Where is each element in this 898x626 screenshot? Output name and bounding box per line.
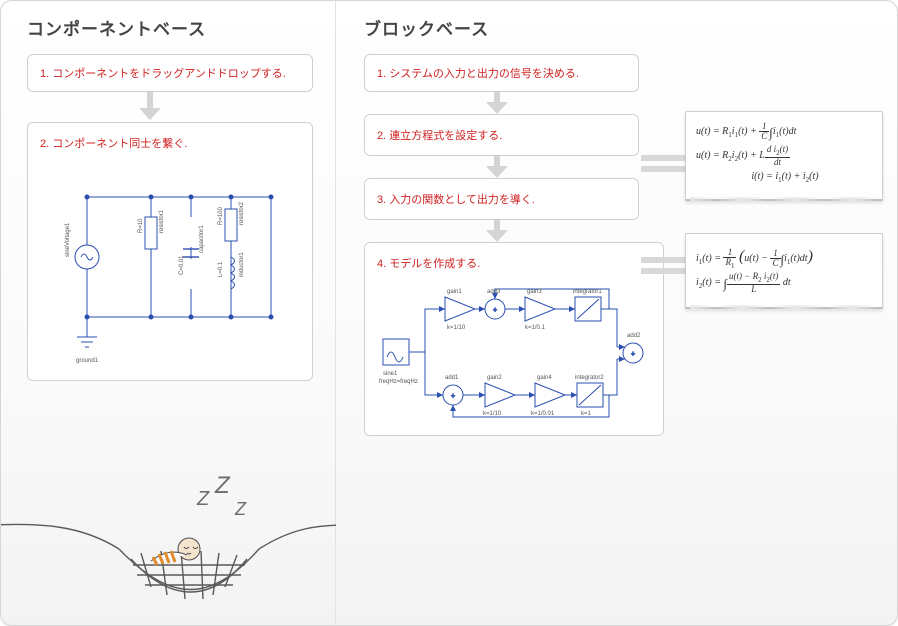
connector-bars: [641, 155, 687, 172]
left-step2-box: 2. コンポーネント同士を繋ぐ.: [27, 122, 313, 381]
left-step1-box: 1. コンポーネントをドラッグアンドドロップする.: [27, 54, 313, 92]
svg-text:k=1/0.1: k=1/0.1: [525, 325, 546, 331]
left-step2-text: 2. コンポーネント同士を繋ぐ.: [40, 135, 300, 151]
r1-val: R=10: [138, 218, 144, 233]
svg-text:gain4: gain4: [537, 375, 552, 381]
l-val: L=0.1: [218, 261, 224, 277]
arrow-down-icon: [486, 92, 508, 114]
svg-text:add1: add1: [445, 375, 459, 381]
right-step4-text: 4. モデルを作成する.: [377, 255, 651, 271]
svg-text:+: +: [451, 393, 455, 400]
svg-text:integrator2: integrator2: [575, 375, 604, 381]
r1-label: resistor1: [159, 209, 165, 233]
source-label: sineVoltage1: [65, 222, 71, 257]
svg-text:Z: Z: [196, 488, 210, 510]
r2-label: resistor2: [239, 201, 245, 225]
left-column-title: コンポーネントベース: [27, 15, 313, 40]
svg-text:freqHz=freqHz: freqHz=freqHz: [379, 379, 418, 385]
svg-text:gain2: gain2: [487, 375, 502, 381]
svg-text:k=1/0.01: k=1/0.01: [531, 411, 555, 417]
right-step1-box: 1. システムの入力と出力の信号を決める.: [364, 54, 639, 92]
svg-text:Z: Z: [234, 499, 247, 519]
svg-text:add3: add3: [487, 289, 501, 295]
svg-text:+: +: [493, 307, 497, 314]
ground-label: ground1: [76, 358, 99, 364]
right-step3-text: 3. 入力の関数として出力を導く.: [377, 194, 535, 206]
right-step4-box: 4. モデルを作成する. + + +: [364, 242, 664, 436]
svg-text:integrator1: integrator1: [573, 289, 602, 295]
arrow-down-icon: [486, 220, 508, 242]
arrow-down-icon: [486, 156, 508, 178]
connector-bars: [641, 257, 687, 274]
comparison-frame: コンポーネントベース 1. コンポーネントをドラッグアンドドロップする. 2. …: [0, 0, 898, 626]
arrow-down-icon: [139, 92, 161, 122]
columns: コンポーネントベース 1. コンポーネントをドラッグアンドドロップする. 2. …: [1, 1, 897, 625]
block-based-column: ブロックベース 1. システムの入力と出力の信号を決める. 2. 連立方程式を設…: [336, 1, 897, 625]
svg-text:Z: Z: [214, 472, 231, 499]
equations-note-2: i1(t) = 1R1 (u(t) − 1C∫i1(t)dt) i2(t) = …: [685, 233, 883, 309]
right-step2-text: 2. 連立方程式を設定する.: [377, 130, 502, 142]
circuit-diagram: sineVoltage1 ground1 resistor1 R=10 capa…: [40, 157, 300, 372]
right-step1-text: 1. システムの入力と出力の信号を決める.: [377, 68, 579, 80]
svg-text:+: +: [631, 351, 635, 358]
svg-text:k=1: k=1: [581, 411, 592, 417]
right-step3-box: 3. 入力の関数として出力を導く.: [364, 178, 639, 220]
svg-text:gain3: gain3: [527, 289, 542, 295]
svg-text:k=1/10: k=1/10: [483, 411, 502, 417]
block-diagram: + + +: [377, 277, 657, 427]
svg-text:k=1/10: k=1/10: [447, 325, 466, 331]
svg-text:gain1: gain1: [447, 289, 462, 295]
svg-text:add2: add2: [627, 333, 641, 339]
r2-val: R=100: [218, 206, 224, 225]
svg-text:sine1: sine1: [383, 371, 398, 377]
component-based-column: コンポーネントベース 1. コンポーネントをドラッグアンドドロップする. 2. …: [1, 1, 336, 625]
hammock-illustration: Z Z Z: [1, 453, 336, 613]
right-column-title: ブロックベース: [364, 15, 877, 40]
l-label: inductor1: [239, 252, 245, 277]
c-label: capacitor1: [199, 225, 205, 253]
c-val: C=0.01: [179, 255, 185, 275]
left-step1-text: 1. コンポーネントをドラッグアンドドロップする.: [40, 68, 286, 80]
equations-note-1: u(t) = R1i1(t) + 1C∫i1(t)dt u(t) = R2i2(…: [685, 111, 883, 201]
right-step2-box: 2. 連立方程式を設定する.: [364, 114, 639, 156]
